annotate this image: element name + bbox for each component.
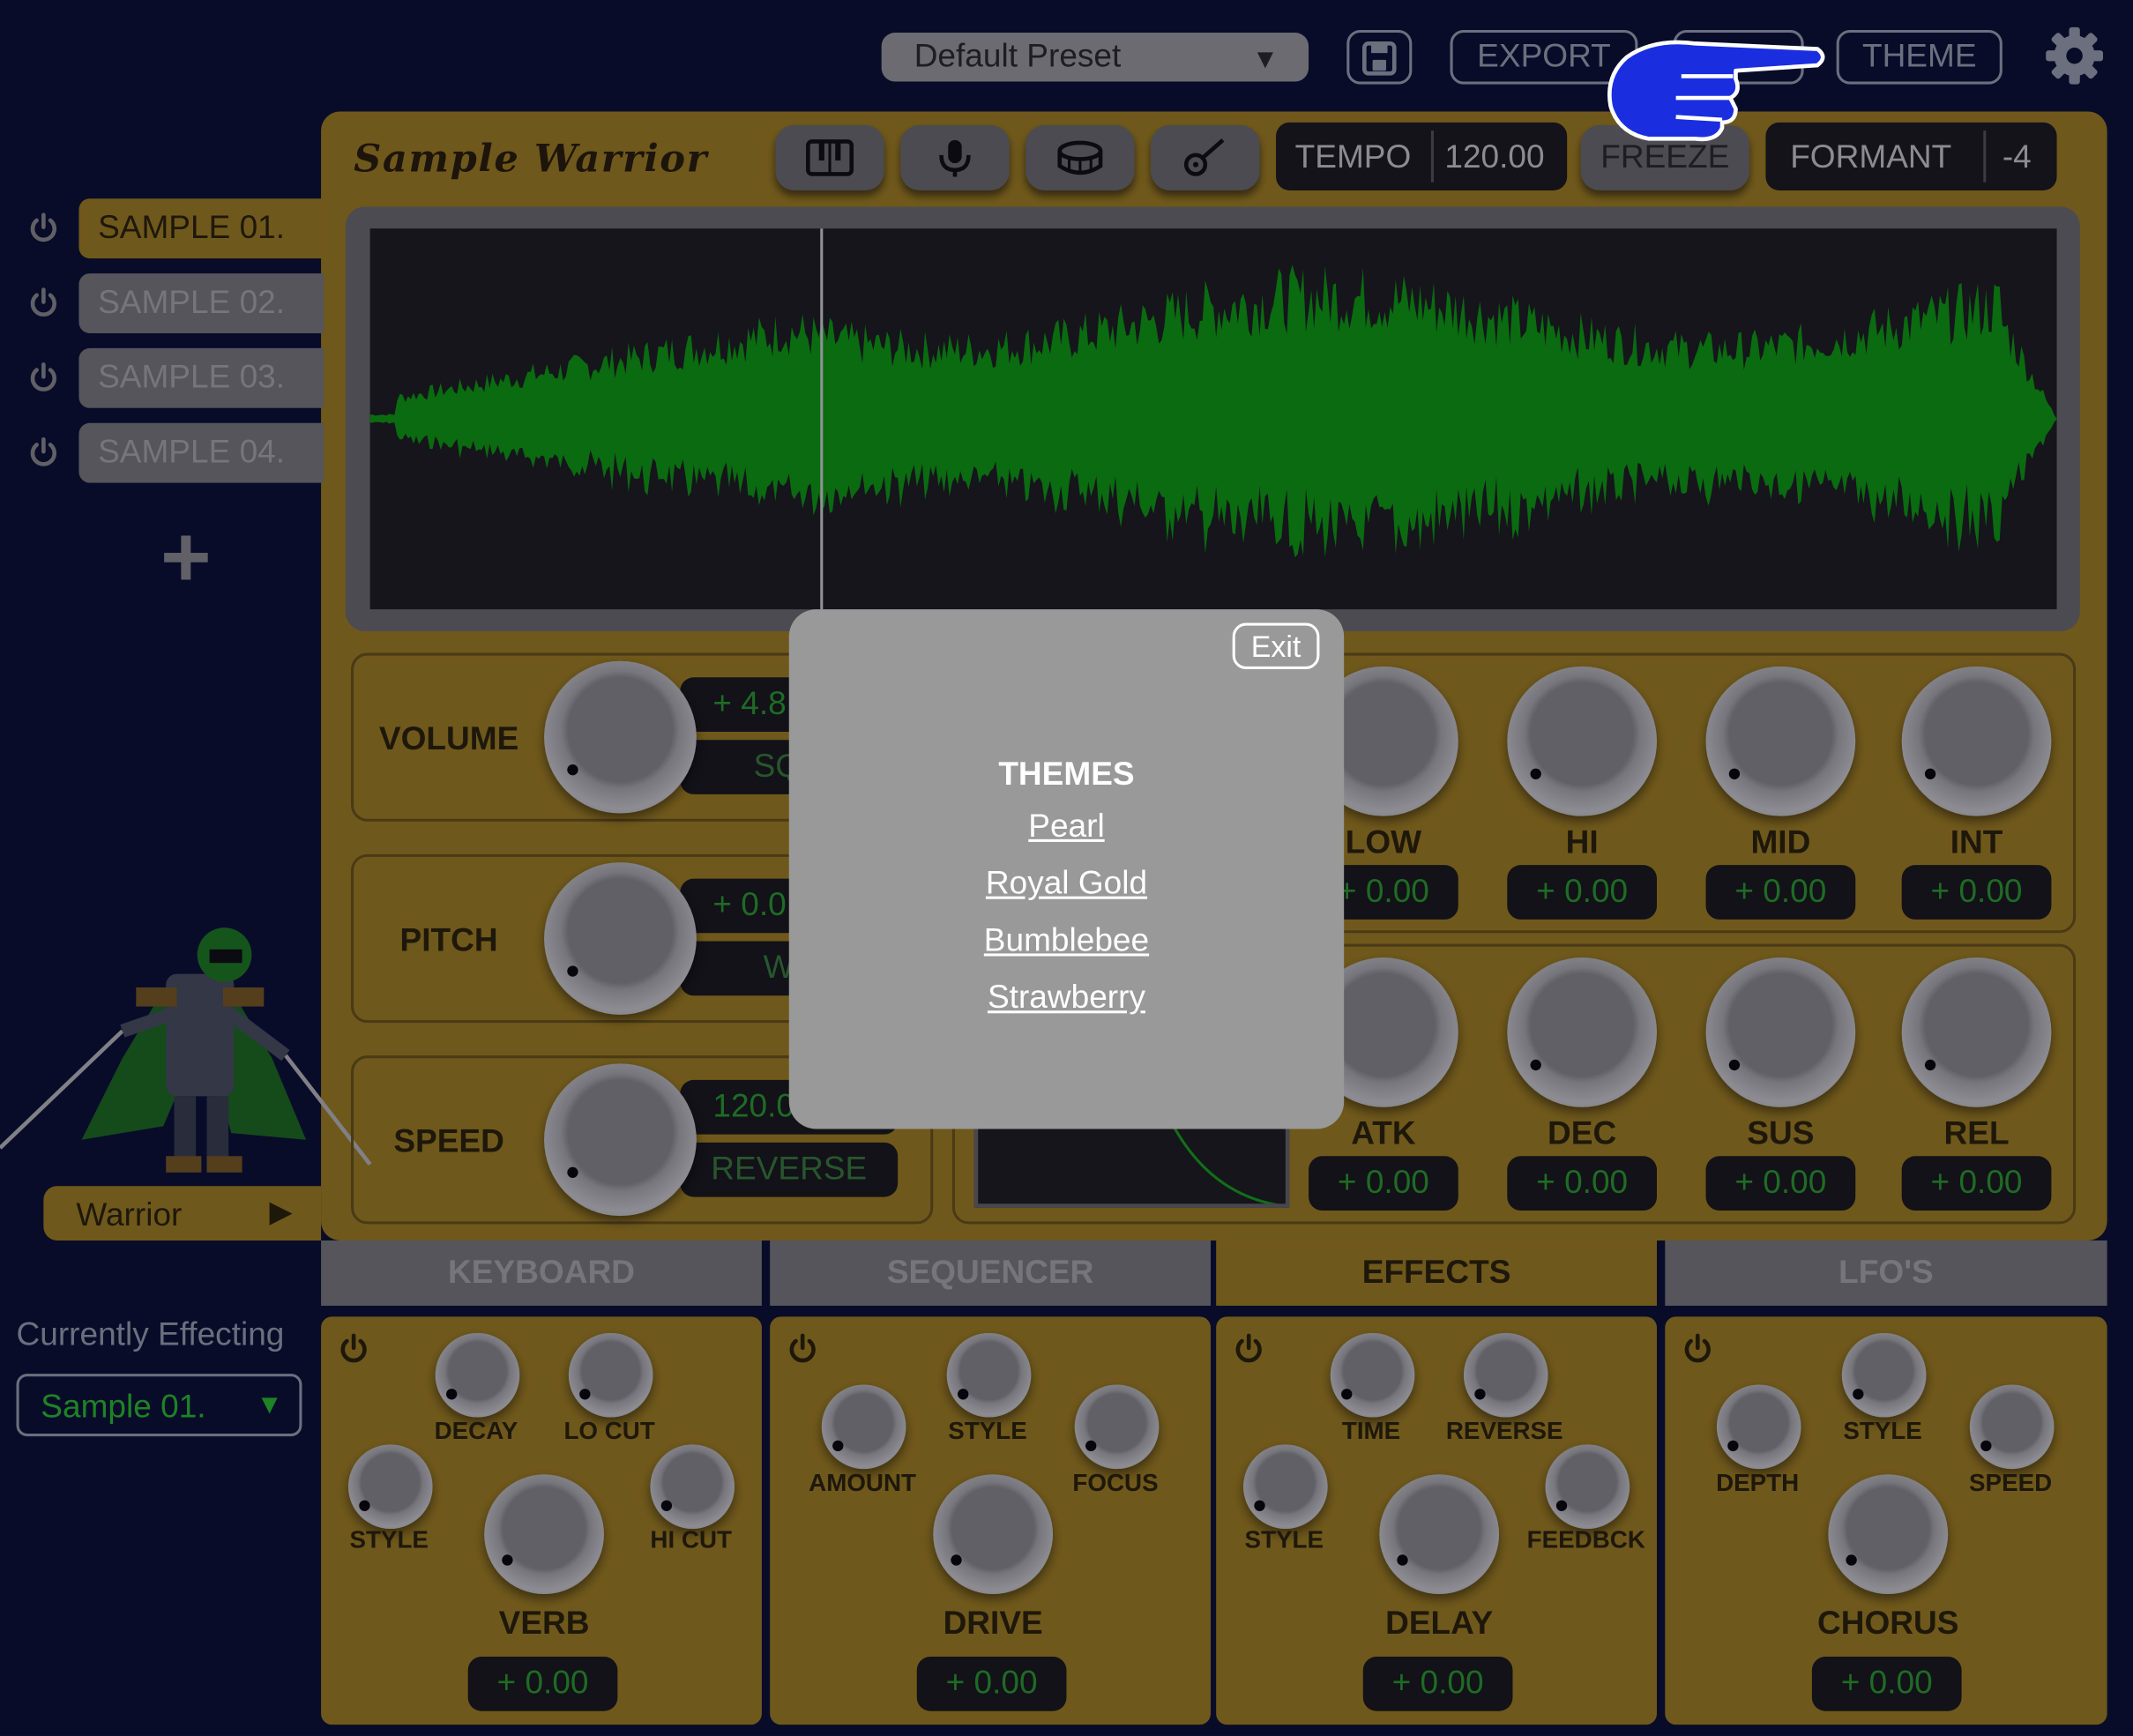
- pointing-hand-icon: [1607, 40, 1825, 142]
- theme-option-strawberry[interactable]: Strawberry: [789, 980, 1344, 1017]
- theme-option-bumblebee[interactable]: Bumblebee: [789, 922, 1344, 960]
- themes-modal: Exit THEMES Pearl Royal Gold Bumblebee S…: [788, 609, 1345, 1129]
- theme-option-royal-gold[interactable]: Royal Gold: [789, 865, 1344, 903]
- theme-option-pearl[interactable]: Pearl: [789, 808, 1344, 846]
- themes-title: THEMES: [998, 756, 1135, 793]
- app-root: Default Preset ▼ EXPORT THEME Sample War…: [0, 0, 2133, 1736]
- exit-button[interactable]: Exit: [1232, 622, 1320, 670]
